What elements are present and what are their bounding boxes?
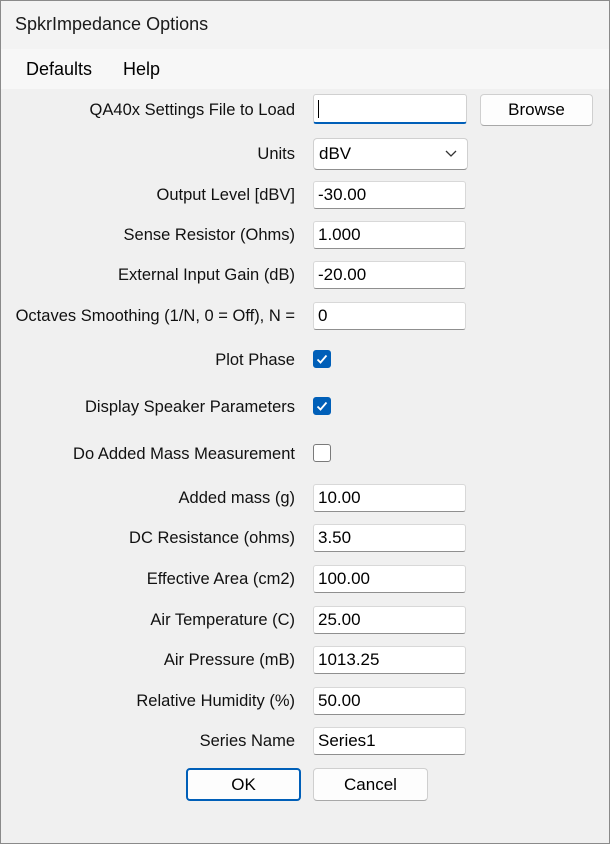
added-mass-meas-label: Do Added Mass Measurement: [73, 445, 295, 463]
output-level-input[interactable]: -30.00: [313, 181, 466, 209]
display-params-label: Display Speaker Parameters: [84, 398, 295, 416]
window-title: SpkrImpedance Options: [15, 14, 209, 34]
sense-resistor-label: Sense Resistor (Ohms): [123, 226, 295, 244]
humidity-input[interactable]: 50.00: [313, 687, 466, 715]
settings-file-label: QA40x Settings File to Load: [89, 101, 295, 119]
options-dialog: SpkrImpedance Options Defaults Help QA40…: [0, 0, 610, 844]
effective-area-input[interactable]: 100.00: [313, 565, 466, 593]
smoothing-label: Octaves Smoothing (1/N, 0 = Off), N =: [15, 307, 295, 325]
display-params-checkbox[interactable]: [313, 397, 331, 415]
text-caret: [318, 100, 319, 118]
dc-resistance-input[interactable]: 3.50: [313, 524, 466, 552]
added-mass-label: Added mass (g): [178, 489, 295, 507]
units-value: dBV: [319, 144, 352, 163]
dc-resistance-label: DC Resistance (ohms): [129, 529, 295, 547]
sense-resistor-input[interactable]: 1.000: [313, 221, 466, 249]
plot-phase-label: Plot Phase: [215, 351, 295, 369]
external-gain-label: External Input Gain (dB): [117, 266, 295, 284]
air-pressure-label: Air Pressure (mB): [163, 651, 295, 669]
humidity-label: Relative Humidity (%): [136, 692, 295, 710]
external-gain-input[interactable]: -20.00: [313, 261, 466, 289]
series-name-label: Series Name: [199, 732, 295, 750]
menu-bar: Defaults Help: [1, 49, 609, 89]
units-label: Units: [257, 145, 295, 163]
air-pressure-input[interactable]: 1013.25: [313, 646, 466, 674]
checkmark-icon: [316, 401, 328, 411]
menu-help[interactable]: Help: [123, 59, 160, 80]
series-name-input[interactable]: Series1: [313, 727, 466, 755]
settings-file-input[interactable]: [313, 94, 467, 124]
title-bar[interactable]: SpkrImpedance Options: [1, 1, 609, 49]
units-select[interactable]: dBV: [313, 138, 468, 170]
cancel-button[interactable]: Cancel: [313, 768, 428, 801]
output-level-label: Output Level [dBV]: [156, 186, 295, 204]
plot-phase-checkbox[interactable]: [313, 350, 331, 368]
menu-defaults[interactable]: Defaults: [26, 59, 92, 80]
chevron-down-icon: [445, 150, 457, 157]
air-temp-label: Air Temperature (C): [150, 611, 295, 629]
ok-button[interactable]: OK: [186, 768, 301, 801]
checkmark-icon: [316, 354, 328, 364]
effective-area-label: Effective Area (cm2): [146, 570, 295, 588]
air-temp-input[interactable]: 25.00: [313, 606, 466, 634]
added-mass-meas-checkbox[interactable]: [313, 444, 331, 462]
added-mass-input[interactable]: 10.00: [313, 484, 466, 512]
smoothing-input[interactable]: 0: [313, 302, 466, 330]
browse-button[interactable]: Browse: [480, 94, 593, 126]
